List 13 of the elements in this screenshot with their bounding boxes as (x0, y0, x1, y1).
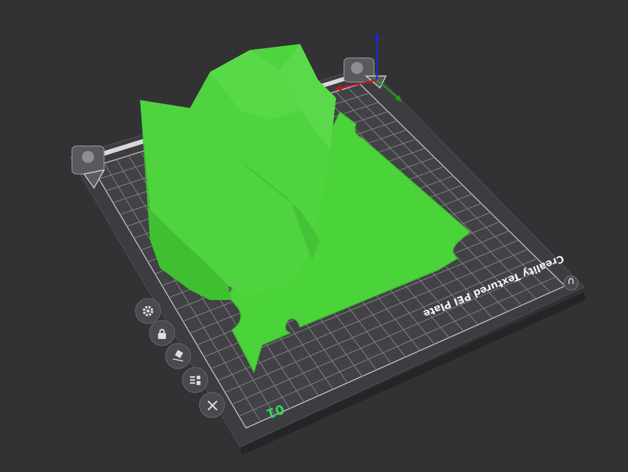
gear-icon (142, 305, 154, 317)
settings-button[interactable] (135, 298, 161, 324)
close-button[interactable] (199, 392, 225, 418)
list-icon (188, 374, 202, 386)
objects-button[interactable] (182, 367, 208, 393)
arrange-button[interactable] (165, 343, 191, 369)
arrange-icon (172, 350, 184, 362)
plate-corner-icon (72, 146, 105, 189)
axis-gizmo-drawing (335, 32, 402, 102)
plate-number-label: 01 (264, 400, 286, 421)
lock-button[interactable] (149, 320, 175, 346)
plate-corner-icon (344, 58, 387, 89)
close-icon (206, 400, 218, 410)
